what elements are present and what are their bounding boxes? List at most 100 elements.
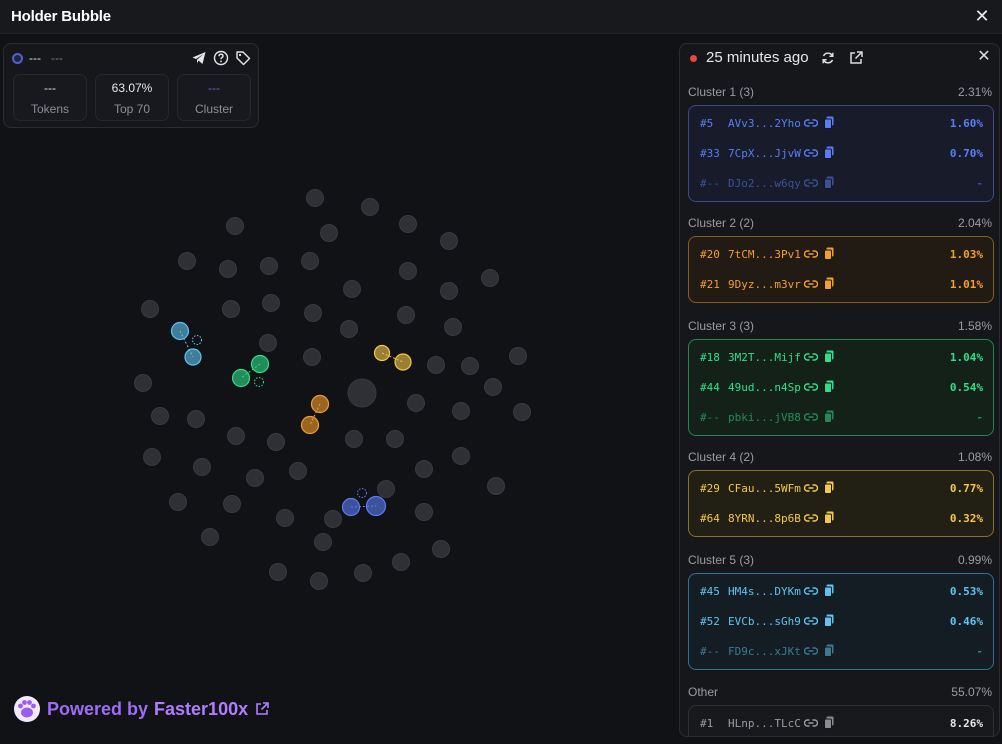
holder-row[interactable]: #52 EVCb...sGh9 0.46% — [689, 607, 993, 637]
holder-bubble[interactable] — [354, 564, 372, 582]
hidden-holder-bubble[interactable] — [254, 377, 264, 387]
holder-address[interactable]: 7CpX...JjvW — [728, 147, 801, 160]
holder-bubble[interactable] — [223, 495, 241, 513]
copy-icon[interactable] — [823, 116, 834, 129]
link-icon[interactable] — [803, 512, 818, 524]
hidden-holder-bubble[interactable] — [192, 335, 202, 345]
link-icon[interactable] — [803, 351, 818, 363]
holder-bubble[interactable] — [509, 347, 527, 365]
holder-bubble[interactable] — [343, 280, 361, 298]
tag-icon[interactable] — [235, 50, 251, 66]
hidden-holder-bubble[interactable] — [357, 488, 367, 498]
holder-bubble[interactable] — [269, 563, 287, 581]
holder-bubble[interactable] — [267, 433, 285, 451]
holder-bubble[interactable] — [222, 300, 240, 318]
cluster-holder-bubble[interactable] — [250, 354, 270, 374]
holder-bubble[interactable] — [219, 260, 237, 278]
holder-bubble[interactable] — [260, 257, 278, 275]
holder-bubble[interactable] — [440, 282, 458, 300]
holder-bubble[interactable] — [415, 503, 433, 521]
copy-icon[interactable] — [823, 350, 834, 363]
holder-row[interactable]: #45 HM4s...DYKm 0.53% — [689, 577, 993, 607]
holder-bubble[interactable] — [461, 357, 479, 375]
holder-bubble[interactable] — [143, 448, 161, 466]
link-icon[interactable] — [803, 717, 818, 729]
link-icon[interactable] — [803, 482, 818, 494]
holder-row[interactable]: #5 AVv3...2Yho 1.60% — [689, 109, 993, 139]
close-icon[interactable]: ✕ — [972, 6, 992, 26]
holder-address[interactable]: HM4s...DYKm — [728, 585, 801, 598]
holder-bubble[interactable] — [487, 477, 505, 495]
copy-icon[interactable] — [823, 614, 834, 627]
holder-bubble[interactable] — [314, 533, 332, 551]
holder-bubble[interactable] — [193, 458, 211, 476]
cluster-holder-bubble[interactable] — [231, 368, 251, 388]
copy-icon[interactable] — [823, 380, 834, 393]
holder-address[interactable]: AVv3...2Yho — [728, 117, 801, 130]
holder-bubble[interactable] — [301, 252, 319, 270]
holder-bubble[interactable] — [397, 306, 415, 324]
holder-bubble[interactable] — [345, 430, 363, 448]
link-icon[interactable] — [803, 585, 818, 597]
holder-address[interactable]: DJo2...w6qy — [728, 177, 801, 190]
holder-bubble[interactable] — [289, 462, 307, 480]
holder-bubble[interactable] — [386, 430, 404, 448]
cluster-holder-bubble[interactable] — [184, 348, 202, 366]
holder-address[interactable]: 9Dyz...m3vr — [728, 278, 801, 291]
holder-row[interactable]: #44 49ud...n4Sp 0.54% — [689, 373, 993, 403]
holder-row[interactable]: #18 3M2T...Mijf 1.04% — [689, 343, 993, 373]
holder-bubble[interactable] — [320, 224, 338, 242]
holder-bubble-map[interactable] — [0, 128, 675, 688]
holder-row[interactable]: #20 7tCM...3Pv1 1.03% — [689, 240, 993, 270]
holder-address[interactable]: 8YRN...8p6B — [728, 512, 801, 525]
holder-bubble[interactable] — [134, 374, 152, 392]
link-icon[interactable] — [803, 147, 818, 159]
holder-address[interactable]: 7tCM...3Pv1 — [728, 248, 801, 261]
holder-bubble[interactable] — [377, 480, 395, 498]
holder-bubble[interactable] — [227, 427, 245, 445]
holder-bubble[interactable] — [187, 410, 205, 428]
copy-icon[interactable] — [823, 644, 834, 657]
copy-icon[interactable] — [823, 511, 834, 524]
link-icon[interactable] — [803, 381, 818, 393]
holder-bubble[interactable] — [169, 493, 187, 511]
copy-icon[interactable] — [823, 247, 834, 260]
holder-bubble[interactable] — [513, 403, 531, 421]
copy-icon[interactable] — [823, 146, 834, 159]
holder-bubble[interactable] — [399, 262, 417, 280]
holder-bubble[interactable] — [276, 509, 294, 527]
holder-bubble[interactable] — [427, 356, 445, 374]
holder-bubble[interactable] — [324, 510, 342, 528]
cluster-holder-bubble[interactable] — [170, 321, 190, 341]
holder-bubble[interactable] — [481, 269, 499, 287]
cluster-holder-bubble[interactable] — [310, 394, 330, 414]
holder-address[interactable]: EVCb...sGh9 — [728, 615, 801, 628]
external-link-icon[interactable] — [254, 701, 270, 717]
holder-bubble[interactable] — [484, 378, 502, 396]
holder-bubble[interactable] — [440, 232, 458, 250]
holder-address[interactable]: HLnp...TLcC — [728, 717, 801, 730]
holder-bubble[interactable] — [226, 217, 244, 235]
holder-bubble[interactable] — [444, 318, 462, 336]
holder-address[interactable]: CFau...5WFm — [728, 482, 801, 495]
holder-row[interactable]: #-- DJo2...w6qy - — [689, 169, 993, 199]
holder-address[interactable]: pbki...jVB8 — [728, 411, 801, 424]
holder-bubble[interactable] — [246, 469, 264, 487]
copy-icon[interactable] — [823, 176, 834, 189]
link-icon[interactable] — [803, 278, 818, 290]
holder-bubble[interactable] — [392, 553, 410, 571]
holder-bubble[interactable] — [303, 348, 321, 366]
holder-bubble[interactable] — [340, 320, 358, 338]
copy-icon[interactable] — [823, 410, 834, 423]
copy-icon[interactable] — [823, 481, 834, 494]
link-icon[interactable] — [803, 177, 818, 189]
cluster-holder-bubble[interactable] — [341, 497, 361, 517]
holder-bubble[interactable] — [415, 460, 433, 478]
powered-by-brand[interactable]: Faster100x — [154, 699, 248, 720]
help-icon[interactable] — [213, 50, 229, 66]
refresh-icon[interactable] — [820, 50, 836, 66]
link-icon[interactable] — [803, 645, 818, 657]
powered-by-link[interactable]: Powered by Faster100x — [13, 695, 270, 723]
cluster-holder-bubble[interactable] — [300, 415, 320, 435]
holder-bubble[interactable] — [407, 394, 425, 412]
